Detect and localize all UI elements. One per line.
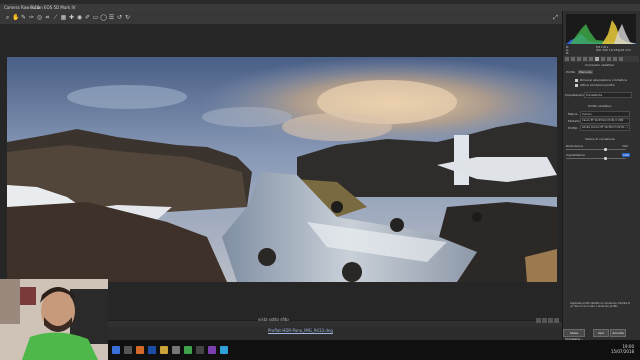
histogram-graph (566, 20, 636, 44)
swap-button[interactable] (542, 318, 547, 323)
rotate-right-icon[interactable]: ↻ (124, 14, 131, 21)
snapshots-tab-icon[interactable] (619, 57, 623, 61)
distortion-label: Distorsione (566, 144, 583, 148)
app-title-bar: Camera Raw 9.10 Canon EOS 5D Mark IV (0, 4, 640, 11)
save-image-button[interactable]: Salva immagine... (563, 329, 585, 341)
tab-manual[interactable]: Manuale (578, 70, 593, 74)
tone-curve-tab-icon[interactable] (571, 57, 575, 61)
browser-icon[interactable] (136, 346, 144, 354)
white-balance-icon[interactable]: ✎ (20, 14, 27, 21)
panorama-image (7, 57, 557, 282)
toggle-preview-button[interactable] (554, 318, 559, 323)
tab-profile[interactable]: Profilo (566, 70, 575, 74)
make-value: Canon (582, 112, 592, 116)
target-adjust-icon[interactable]: ◎ (36, 14, 43, 21)
effects-tab-icon[interactable] (601, 57, 605, 61)
red-eye-icon[interactable]: ◉ (76, 14, 83, 21)
straighten-icon[interactable]: ⟋ (52, 14, 59, 21)
setup-value: Predefinite (586, 93, 603, 97)
clock-date: 15/07/2018 (610, 349, 634, 354)
camera-model: Canon EOS 5D Mark IV (30, 5, 76, 10)
distortion-slider-track[interactable] (566, 149, 626, 150)
search-icon[interactable] (124, 346, 132, 354)
app-icon-3[interactable] (196, 346, 204, 354)
model-label: Modello: (568, 119, 581, 123)
chromatic-aberration-label: Rimuovi aberrazione cromatica (580, 78, 627, 82)
setup-label: Impostazione: (565, 93, 587, 97)
crop-icon[interactable]: ⌗ (44, 14, 51, 21)
app-icon-5[interactable] (220, 346, 228, 354)
vignetting-label: Vignettatura (566, 153, 585, 157)
chromatic-aberration-checkbox[interactable] (575, 79, 578, 82)
hsl-tab-icon[interactable] (583, 57, 587, 61)
detail-tab-icon[interactable] (577, 57, 581, 61)
filename-link[interactable]: Proflat-HDR-Pano_IMG_9433.dng (268, 328, 333, 333)
color-sampler-icon[interactable]: ✑ (28, 14, 35, 21)
basic-tab-icon[interactable] (565, 57, 569, 61)
panorama-preview[interactable] (7, 57, 557, 282)
radial-filter-icon[interactable]: ◯ (100, 14, 107, 21)
system-clock[interactable]: 19:00 15/07/2018 (611, 344, 634, 354)
profile-corrections-label: Attiva correzioni profilo (580, 83, 615, 87)
profile-label: Profilo: (568, 126, 579, 130)
section-title: Correzioni obiettivo (585, 63, 615, 67)
vignetting-value[interactable]: 100 (622, 153, 630, 157)
copy-settings-button[interactable] (548, 318, 553, 323)
app-icon[interactable] (172, 346, 180, 354)
app-icon-4[interactable] (208, 346, 216, 354)
readout-b: B: (566, 51, 570, 55)
vignetting-slider-thumb[interactable] (604, 157, 607, 160)
before-after-button[interactable] (536, 318, 541, 323)
distortion-slider-thumb[interactable] (604, 148, 607, 151)
webcam-person-image (0, 279, 108, 360)
make-label: Marca: (568, 112, 579, 116)
presets-tab-icon[interactable] (613, 57, 617, 61)
app-icon-2[interactable] (184, 346, 192, 354)
spot-removal-icon[interactable]: ✚ (68, 14, 75, 21)
rotate-left-icon[interactable]: ↺ (116, 14, 123, 21)
calibration-tab-icon[interactable] (607, 57, 611, 61)
camera-readout: R: G: B: f/8 1/8 s ISO 100 16-35@16 mm (566, 45, 636, 55)
brush-icon[interactable]: ✐ (84, 14, 91, 21)
profile-heading: Profilo obiettivo (588, 104, 612, 108)
model-value: Canon EF 16-35mm f/2.8L II USM (582, 119, 624, 122)
graduated-filter-icon[interactable]: ▭ (92, 14, 99, 21)
histogram (566, 14, 636, 44)
view-controls (535, 318, 560, 325)
cancel-button[interactable]: Annulla (610, 329, 626, 337)
lens-tab-icon[interactable] (595, 57, 599, 61)
preferences-icon[interactable]: ☰ (108, 14, 115, 21)
webcam-overlay (0, 279, 108, 360)
transform-icon[interactable]: ▦ (60, 14, 67, 21)
lens-note: Applicate profili obiettivi e correzione… (570, 302, 631, 308)
correction-heading: Valore di correzione (585, 137, 615, 141)
start-icon[interactable] (112, 346, 120, 354)
panel-tab-strip (563, 56, 639, 62)
profile-value: Adobe (Canon EF 16-35mm f/2.8L...) (582, 126, 628, 129)
profile-corrections-checkbox[interactable] (575, 84, 578, 87)
lens-readout: ISO 100 16-35@16 mm (596, 48, 632, 52)
file-explorer-icon[interactable] (160, 346, 168, 354)
open-button[interactable]: Apri (593, 329, 609, 337)
vignetting-slider-track[interactable] (566, 158, 626, 159)
distortion-value[interactable]: 100 (622, 144, 628, 148)
fullscreen-icon[interactable]: ⤢ (552, 14, 559, 21)
split-toning-tab-icon[interactable] (589, 57, 593, 61)
photoshop-icon[interactable] (148, 346, 156, 354)
zoom-icon[interactable]: ⌕ (4, 14, 11, 21)
toolbar: ⌕ ✋ ✎ ✑ ◎ ⌗ ⟋ ▦ ✚ ◉ ✐ ▭ ◯ ☰ ↺ ↻ ⤢ (0, 11, 562, 25)
hand-icon[interactable]: ✋ (12, 14, 19, 21)
